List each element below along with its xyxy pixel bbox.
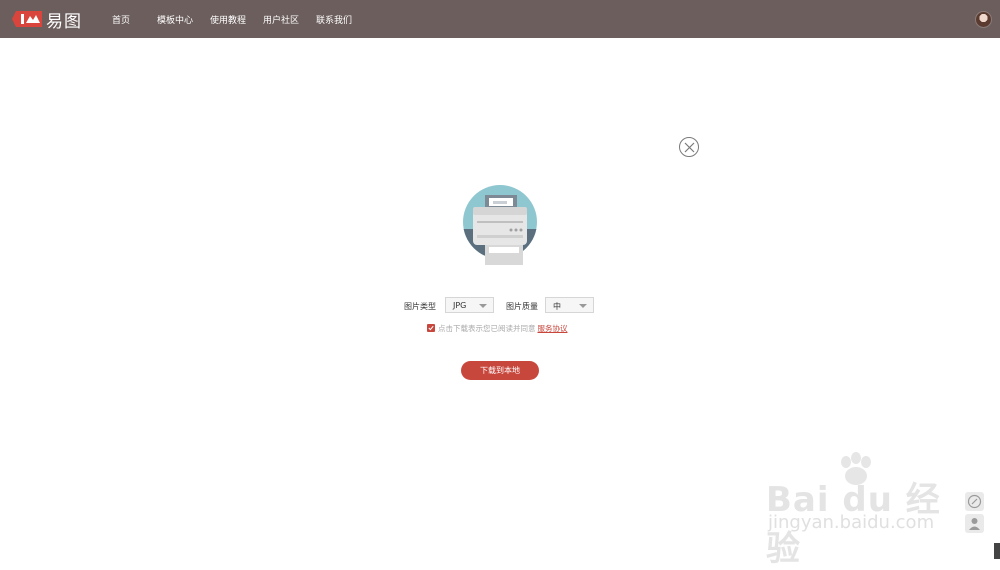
nav-community[interactable]: 用户社区	[263, 13, 299, 26]
image-quality-select[interactable]: 中	[545, 297, 594, 313]
logo[interactable]: 易图	[12, 8, 82, 32]
agreement-text: 点击下载表示您已阅读并同意	[438, 323, 536, 333]
image-quality-label: 图片质量	[506, 302, 538, 311]
close-icon	[684, 142, 695, 153]
feedback-button[interactable]	[965, 492, 984, 511]
image-type-select[interactable]: JPG	[445, 297, 494, 313]
baidu-watermark: Bai du 经验 jingyan.baidu.com	[766, 452, 948, 569]
agreement-checkbox[interactable]	[427, 324, 435, 332]
user-center-button[interactable]	[965, 514, 984, 533]
checkmark-icon	[428, 325, 434, 331]
user-avatar[interactable]	[975, 11, 992, 28]
image-quality-value: 中	[553, 302, 561, 311]
image-type-value: JPG	[453, 301, 467, 310]
top-navigation-bar: 易图 首页 模板中心 使用教程 用户社区 联系我们	[0, 0, 1000, 38]
service-agreement-link[interactable]: 服务协议	[538, 323, 568, 334]
logo-text: 易图	[46, 11, 82, 32]
chevron-down-icon	[579, 304, 587, 308]
nav-home[interactable]: 首页	[112, 13, 130, 26]
user-icon	[969, 518, 980, 530]
chevron-down-icon	[479, 304, 487, 308]
image-type-label: 图片类型	[404, 302, 436, 311]
agreement-row: 点击下载表示您已阅读并同意 服务协议	[427, 322, 568, 334]
nav-templates[interactable]: 模板中心	[157, 13, 193, 26]
printer-illustration	[463, 185, 537, 265]
edit-icon	[967, 494, 982, 509]
download-button[interactable]: 下载到本地	[461, 361, 539, 380]
watermark-url: jingyan.baidu.com	[768, 512, 935, 533]
nav-contact[interactable]: 联系我们	[316, 13, 352, 26]
close-button[interactable]	[679, 137, 699, 157]
nav-tutorials[interactable]: 使用教程	[210, 13, 246, 26]
logo-mark-icon	[12, 11, 42, 27]
scroll-corner	[994, 543, 1000, 559]
